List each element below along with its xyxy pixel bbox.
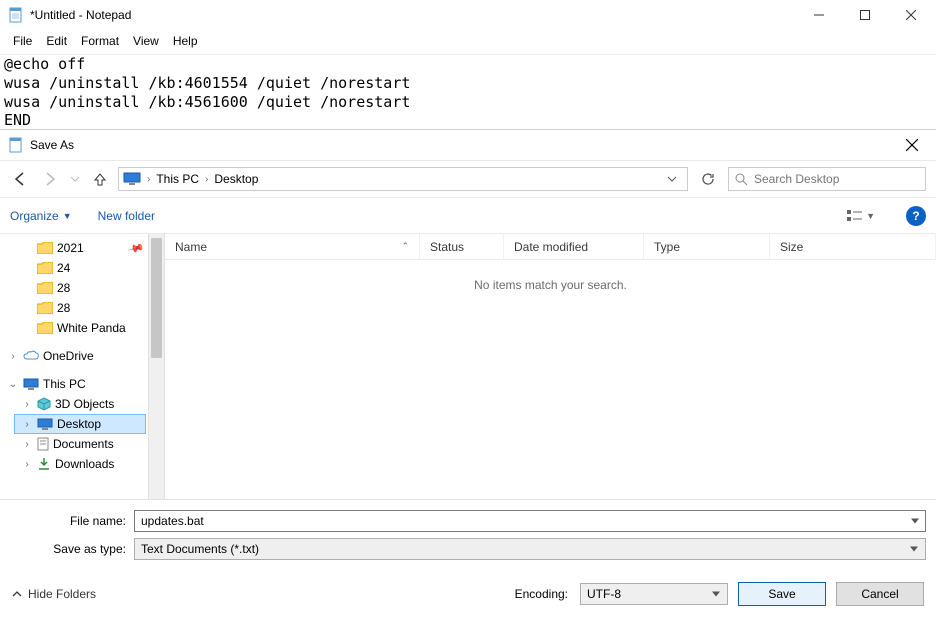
search-input[interactable]	[754, 172, 919, 186]
dialog-close-button[interactable]	[889, 130, 934, 161]
chevron-down-icon: ▼	[866, 211, 875, 221]
notepad-icon	[8, 137, 24, 153]
tree-item-desktop[interactable]: ›Desktop	[14, 414, 146, 434]
folder-icon	[37, 262, 53, 274]
tree-item-folder[interactable]: White Panda	[14, 318, 146, 338]
tree-item-folder[interactable]: 28	[14, 278, 146, 298]
nav-tree[interactable]: 2021📌 24 28 28 White Panda ›OneDrive ⌄Th…	[0, 234, 148, 499]
folder-icon	[37, 242, 53, 254]
organize-button[interactable]: Organize▼	[10, 209, 72, 223]
tree-item-onedrive[interactable]: ›OneDrive	[0, 346, 146, 366]
tree-item-folder[interactable]: 24	[14, 258, 146, 278]
editor-content[interactable]: @echo off wusa /uninstall /kb:4601554 /q…	[0, 54, 936, 138]
col-name[interactable]: Name⌃	[165, 234, 420, 259]
encoding-label: Encoding:	[515, 587, 568, 601]
view-options-button[interactable]: ▼	[841, 205, 880, 227]
tree-item-folder[interactable]: 2021📌	[14, 238, 146, 258]
filename-label: File name:	[70, 514, 128, 528]
chevron-right-icon: ›	[145, 174, 152, 185]
download-icon	[37, 457, 51, 471]
tree-item-downloads[interactable]: ›Downloads	[14, 454, 146, 474]
nav-forward-button[interactable]	[38, 167, 62, 191]
filename-field-wrap	[134, 510, 926, 532]
minimize-button[interactable]	[796, 0, 842, 30]
col-status[interactable]: Status	[420, 234, 504, 259]
expand-icon[interactable]: ›	[7, 351, 19, 362]
maximize-button[interactable]	[842, 0, 888, 30]
col-type[interactable]: Type	[644, 234, 770, 259]
nav-back-button[interactable]	[8, 167, 32, 191]
this-pc-icon	[23, 378, 39, 390]
breadcrumb-thispc[interactable]: This PC	[156, 172, 199, 186]
col-size[interactable]: Size	[770, 234, 936, 259]
menu-format[interactable]: Format	[74, 32, 126, 50]
chevron-right-icon: ›	[203, 174, 210, 185]
close-button[interactable]	[888, 0, 934, 30]
tree-item-documents[interactable]: ›Documents	[14, 434, 146, 454]
menu-view[interactable]: View	[126, 32, 166, 50]
help-button[interactable]: ?	[906, 206, 926, 226]
search-icon	[735, 173, 748, 186]
breadcrumb-dropdown-button[interactable]	[661, 168, 683, 190]
breadcrumb[interactable]: › This PC › Desktop	[118, 167, 688, 191]
breadcrumb-desktop[interactable]: Desktop	[214, 172, 258, 186]
notepad-titlebar: *Untitled - Notepad	[0, 0, 936, 30]
empty-message: No items match your search.	[165, 260, 936, 499]
tree-item-3dobjects[interactable]: ›3D Objects	[14, 394, 146, 414]
nav-up-button[interactable]	[88, 167, 112, 191]
cube-icon	[37, 397, 51, 411]
chevron-up-icon	[12, 589, 22, 599]
sort-caret-icon: ⌃	[401, 241, 409, 252]
search-box[interactable]	[728, 167, 926, 191]
dialog-title: Save As	[30, 138, 889, 152]
save-button[interactable]: Save	[738, 582, 826, 606]
menu-edit[interactable]: Edit	[39, 32, 74, 50]
cancel-button[interactable]: Cancel	[836, 582, 924, 606]
menu-bar: File Edit Format View Help	[0, 30, 936, 54]
tree-item-folder[interactable]: 28	[14, 298, 146, 318]
folder-icon	[37, 322, 53, 334]
desktop-icon	[37, 418, 53, 430]
col-date[interactable]: Date modified	[504, 234, 644, 259]
this-pc-icon	[123, 172, 141, 186]
menu-help[interactable]: Help	[166, 32, 205, 50]
cloud-icon	[23, 350, 39, 362]
tree-item-thispc[interactable]: ⌄This PC	[0, 374, 146, 394]
pin-icon: 📌	[127, 239, 145, 257]
column-headers: Name⌃ Status Date modified Type Size	[165, 234, 936, 260]
chevron-down-icon: ▼	[63, 211, 72, 221]
notepad-icon	[8, 7, 24, 23]
refresh-button[interactable]	[694, 167, 722, 191]
collapse-icon[interactable]: ⌄	[7, 379, 19, 390]
notepad-title: *Untitled - Notepad	[30, 8, 796, 22]
document-icon	[37, 437, 49, 451]
filename-input[interactable]	[134, 510, 926, 532]
savetype-label: Save as type:	[53, 542, 128, 556]
nav-recent-button[interactable]	[68, 167, 82, 191]
savetype-combo[interactable]: Text Documents (*.txt)	[134, 538, 926, 560]
folder-icon	[37, 302, 53, 314]
hide-folders-button[interactable]: Hide Folders	[12, 587, 96, 601]
new-folder-button[interactable]: New folder	[98, 209, 155, 223]
folder-icon	[37, 282, 53, 294]
tree-scrollbar[interactable]	[148, 234, 165, 499]
save-as-dialog: Save As › This PC › Desktop Organize▼ Ne…	[0, 129, 936, 618]
encoding-combo[interactable]: UTF-8	[580, 583, 728, 605]
menu-file[interactable]: File	[6, 32, 39, 50]
